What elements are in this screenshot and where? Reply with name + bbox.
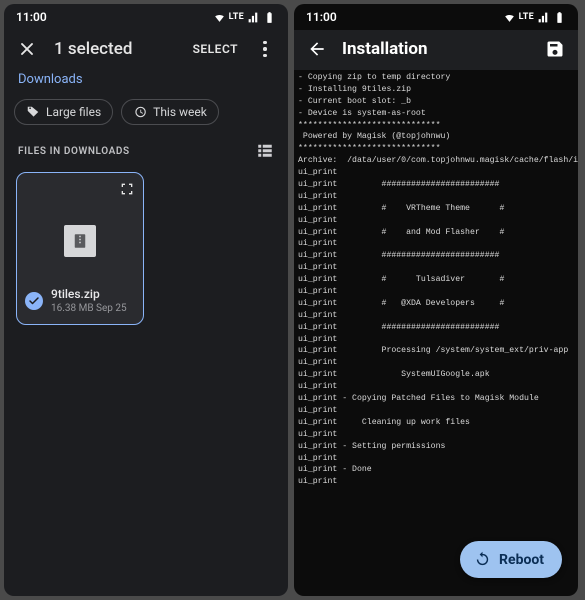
status-icons: LTE <box>213 11 276 24</box>
history-icon <box>133 105 147 119</box>
terminal-line: - Device is system-as-root <box>298 108 576 120</box>
terminal-line: - Copying zip to temp directory <box>298 72 576 84</box>
terminal-line: ui_print - Done <box>298 464 576 476</box>
file-info-row: 9tiles.zip 16.38 MB Sep 25 <box>25 287 135 314</box>
select-button[interactable]: SELECT <box>193 42 238 56</box>
status-icons: LTE <box>503 11 566 24</box>
section-header: FILES IN DOWNLOADS <box>4 137 288 172</box>
selected-checkmark[interactable] <box>25 292 43 310</box>
lte-label: LTE <box>519 12 534 22</box>
view-toggle-button[interactable] <box>256 141 274 162</box>
close-button[interactable] <box>16 38 38 60</box>
terminal-line: ***************************** <box>298 143 576 155</box>
reboot-icon <box>474 551 491 568</box>
chip-label: Large files <box>46 105 101 119</box>
status-bar: 11:00 LTE <box>4 4 288 30</box>
file-name: 9tiles.zip <box>51 287 127 301</box>
chip-label: This week <box>153 105 207 119</box>
terminal-line: ui_print <box>298 453 576 465</box>
terminal-line: Powered by Magisk (@topjohnwu) <box>298 131 576 143</box>
terminal-line: ui_print SystemUIGoogle.apk <box>298 369 576 381</box>
clock: 11:00 <box>306 10 337 24</box>
terminal-line: ui_print # and Mod Flasher # <box>298 227 576 239</box>
back-button[interactable] <box>306 38 328 60</box>
save-log-button[interactable] <box>544 38 566 60</box>
signal-icon <box>537 11 550 24</box>
terminal-line: ui_print <box>298 238 576 250</box>
reboot-button[interactable]: Reboot <box>460 541 562 578</box>
terminal-line: ui_print - Setting permissions <box>298 441 576 453</box>
terminal-line: ui_print <box>298 262 576 274</box>
fullscreen-icon <box>119 181 135 197</box>
terminal-line: ui_print <box>298 191 576 203</box>
terminal-line: ui_print <box>298 357 576 369</box>
terminal-line: ui_print Processing /system/system_ext/p… <box>298 345 576 357</box>
app-bar: 1 selected SELECT <box>4 30 288 68</box>
file-picker-screen: 11:00 LTE 1 selected SELECT Downloads La… <box>4 4 288 596</box>
terminal-line: - Installing 9tiles.zip <box>298 84 576 96</box>
terminal-line: ui_print Cleaning up work files <box>298 417 576 429</box>
terminal-line: ui_print <box>298 381 576 393</box>
app-bar: Installation <box>294 30 578 70</box>
terminal-line: Archive: /data/user/0/com.topjohnwu.magi… <box>298 155 576 167</box>
terminal-line: ui_print <box>298 215 576 227</box>
terminal-line: ui_print - Copying Patched Files to Magi… <box>298 393 576 405</box>
arrow-back-icon <box>307 39 327 59</box>
breadcrumb[interactable]: Downloads <box>4 68 288 99</box>
lte-label: LTE <box>229 12 244 22</box>
signal-icon <box>247 11 260 24</box>
terminal-line: ui_print <box>298 476 576 488</box>
zip-icon <box>71 232 89 250</box>
wifi-icon <box>503 11 516 24</box>
terminal-line: ui_print <box>298 405 576 417</box>
terminal-line: ui_print # VRTheme Theme # <box>298 203 576 215</box>
overflow-menu-button[interactable] <box>254 38 276 60</box>
terminal-line: ui_print ######################## <box>298 179 576 191</box>
terminal-line: ui_print # Tulsadiver # <box>298 274 576 286</box>
reboot-label: Reboot <box>499 552 544 568</box>
file-detail: 16.38 MB Sep 25 <box>51 303 127 314</box>
terminal-line: ui_print ######################## <box>298 250 576 262</box>
battery-icon <box>263 11 276 24</box>
clock: 11:00 <box>16 10 47 24</box>
wifi-icon <box>213 11 226 24</box>
terminal-line: ui_print <box>298 310 576 322</box>
selection-title: 1 selected <box>54 39 177 59</box>
chip-large-files[interactable]: Large files <box>14 99 113 125</box>
file-card[interactable]: 9tiles.zip 16.38 MB Sep 25 <box>16 172 144 325</box>
terminal-line: ui_print <box>298 429 576 441</box>
terminal-line: ui_print <box>298 286 576 298</box>
close-icon <box>17 39 37 59</box>
file-grid: 9tiles.zip 16.38 MB Sep 25 <box>4 172 288 325</box>
terminal-line: ui_print # @XDA Developers # <box>298 298 576 310</box>
terminal-line: ui_print <box>298 334 576 346</box>
installer-screen: 11:00 LTE Installation - Copying zip to … <box>294 4 578 596</box>
terminal-line: ui_print ######################## <box>298 322 576 334</box>
status-bar: 11:00 LTE <box>294 4 578 30</box>
check-icon <box>28 295 40 307</box>
list-view-icon <box>256 141 274 159</box>
terminal-output: - Copying zip to temp directory- Install… <box>294 70 578 596</box>
terminal-line: ***************************** <box>298 120 576 132</box>
filter-chips: Large files This week <box>4 99 288 137</box>
terminal-line: - Current boot slot: _b <box>298 96 576 108</box>
expand-button[interactable] <box>119 181 135 201</box>
page-title: Installation <box>342 39 530 59</box>
save-icon <box>545 39 565 59</box>
tag-icon <box>26 105 40 119</box>
battery-icon <box>553 11 566 24</box>
file-thumbnail <box>64 225 96 257</box>
terminal-line: ui_print <box>298 167 576 179</box>
chip-this-week[interactable]: This week <box>121 99 219 125</box>
section-title: FILES IN DOWNLOADS <box>18 146 130 157</box>
